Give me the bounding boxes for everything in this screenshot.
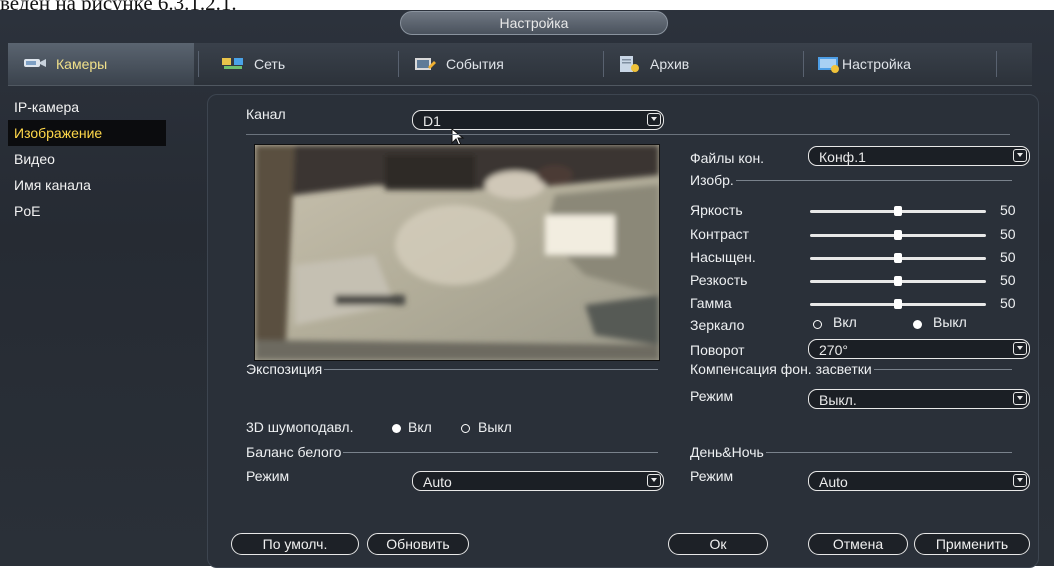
slider-knob[interactable] (894, 206, 902, 216)
events-icon (412, 55, 438, 73)
slider-knob[interactable] (894, 253, 902, 263)
day-night-mode-value: Auto (819, 474, 848, 490)
channel-label: Канал (246, 106, 286, 122)
tab-cameras[interactable]: Камеры (8, 43, 194, 85)
noise-on-label: Вкл (408, 419, 432, 435)
chevron-down-icon (1013, 149, 1027, 162)
refresh-button[interactable]: Обновить (367, 533, 469, 555)
sidebar-item-poe[interactable]: PoE (8, 198, 168, 224)
saturation-slider[interactable] (810, 253, 986, 263)
sharpness-value: 50 (1000, 272, 1016, 288)
mirror-on-radio[interactable] (813, 320, 822, 329)
tab-events[interactable]: События (412, 43, 504, 85)
noise-on-radio[interactable] (392, 424, 401, 433)
cancel-button[interactable]: Отмена (808, 533, 908, 555)
section-title: Экспозиция (246, 361, 323, 377)
window-title: Настройка (400, 11, 668, 35)
contrast-value: 50 (1000, 226, 1016, 242)
profile-value: Конф.1 (819, 149, 866, 165)
sidebar-item-ip-camera[interactable]: IP-камера (8, 94, 168, 120)
chevron-down-icon (1013, 342, 1027, 355)
section-divider (246, 134, 1010, 135)
slider-knob[interactable] (894, 276, 902, 286)
day-night-mode-select[interactable]: Auto (808, 471, 1030, 491)
backlight-section-title: Компенсация фон. засветки (690, 361, 1012, 377)
backlight-mode-label: Режим (690, 388, 734, 404)
tab-divider (198, 51, 199, 77)
day-night-mode-label: Режим (690, 468, 734, 484)
tab-divider (803, 51, 804, 77)
noise-off-label: Выкл (478, 419, 512, 435)
image-section-title: Изобр. (690, 172, 1012, 188)
chevron-down-icon (1013, 392, 1027, 405)
tab-label: Камеры (56, 56, 108, 72)
chevron-down-icon (647, 113, 661, 126)
slider-knob[interactable] (894, 230, 902, 240)
slider-knob[interactable] (894, 299, 902, 309)
section-title: Компенсация фон. засветки (690, 361, 872, 377)
chevron-down-icon (647, 474, 661, 487)
mirror-off-radio[interactable] (913, 320, 922, 329)
mirror-label: Зеркало (690, 317, 745, 333)
tab-label: События (446, 56, 504, 72)
tab-divider (603, 51, 604, 77)
gamma-slider[interactable] (810, 299, 986, 309)
section-title: Изобр. (690, 172, 734, 188)
noise-reduction-label: 3D шумоподавл. (246, 419, 354, 435)
tab-divider (398, 51, 399, 77)
tab-archive[interactable]: Архив (616, 43, 689, 85)
contrast-label: Контраст (690, 226, 750, 242)
rotation-label: Поворот (690, 342, 745, 358)
tab-label: Архив (650, 56, 690, 72)
archive-icon (616, 55, 642, 73)
saturation-value: 50 (1000, 249, 1016, 265)
chevron-down-icon (1013, 474, 1027, 487)
ok-button[interactable]: Ок (668, 533, 768, 555)
top-tab-bar: Камеры Сеть События Архив Настройка (8, 43, 1032, 86)
apply-button[interactable]: Применить (914, 533, 1030, 555)
channel-select[interactable]: D1 (412, 110, 664, 130)
network-icon (220, 55, 246, 73)
tab-label: Настройка (842, 56, 911, 72)
sharpness-label: Резкость (690, 272, 748, 288)
tab-network[interactable]: Сеть (220, 43, 285, 85)
channel-value: D1 (423, 113, 441, 129)
white-balance-mode-value: Auto (423, 474, 452, 490)
rotation-value: 270° (819, 342, 848, 358)
white-balance-section-title: Баланс белого (246, 444, 658, 460)
day-night-section-title: День&Ночь (690, 444, 1012, 460)
sidebar-item-image[interactable]: Изображение (8, 120, 166, 146)
section-title: Баланс белого (246, 444, 342, 460)
camera-preview (254, 144, 660, 361)
white-balance-mode-select[interactable]: Auto (412, 471, 664, 491)
rotation-select[interactable]: 270° (808, 339, 1030, 359)
gamma-value: 50 (1000, 295, 1016, 311)
mirror-off-label: Выкл (933, 314, 967, 330)
backlight-mode-value: Выкл. (819, 392, 857, 408)
noise-off-radio[interactable] (461, 424, 470, 433)
section-title: День&Ночь (690, 444, 764, 460)
exposure-section-title: Экспозиция (246, 361, 658, 377)
contrast-slider[interactable] (810, 230, 986, 240)
saturation-label: Насыщен. (690, 249, 756, 265)
white-balance-mode-label: Режим (246, 468, 290, 484)
brightness-label: Яркость (690, 202, 743, 218)
brightness-value: 50 (1000, 202, 1016, 218)
sharpness-slider[interactable] (810, 276, 986, 286)
tab-settings[interactable]: Настройка (816, 43, 911, 85)
sidebar-item-channel-name[interactable]: Имя канала (8, 172, 168, 198)
profile-label: Файлы кон. (690, 150, 765, 166)
profile-select[interactable]: Конф.1 (808, 146, 1030, 166)
gamma-label: Гамма (690, 295, 732, 311)
mirror-on-label: Вкл (833, 314, 857, 330)
default-button[interactable]: По умолч. (231, 533, 359, 555)
sidebar-item-video[interactable]: Видео (8, 146, 168, 172)
tab-divider (996, 51, 997, 77)
brightness-slider[interactable] (810, 206, 986, 216)
settings-icon (816, 55, 842, 73)
backlight-mode-select[interactable]: Выкл. (808, 389, 1030, 409)
tab-label: Сеть (254, 56, 286, 72)
sidebar-menu: IP-камера Изображение Видео Имя канала P… (8, 94, 168, 224)
camera-icon (22, 55, 48, 73)
